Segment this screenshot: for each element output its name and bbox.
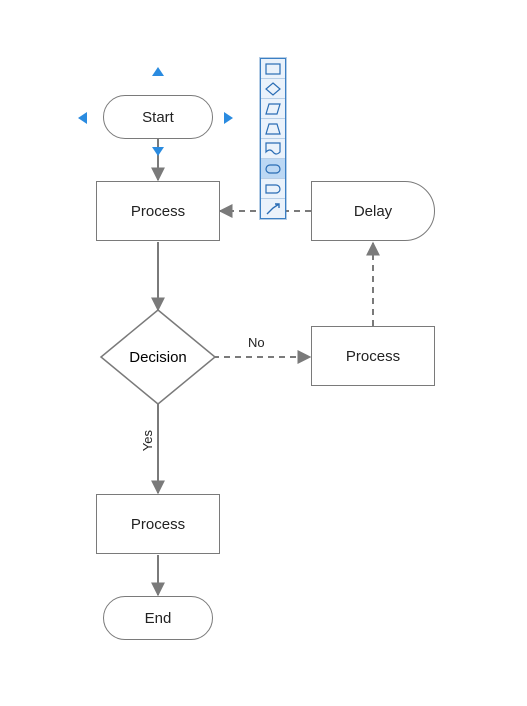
palette-parallelogram[interactable]	[261, 99, 285, 119]
connector-arrow-icon	[265, 202, 281, 216]
selection-handle-top[interactable]	[152, 67, 164, 76]
node-process-1[interactable]: Process	[96, 181, 220, 241]
node-process-no[interactable]: Process	[311, 326, 435, 386]
rect-icon	[265, 63, 281, 75]
selection-handle-right[interactable]	[224, 112, 233, 124]
palette-terminator[interactable]	[261, 159, 285, 179]
selection-handle-left[interactable]	[78, 112, 87, 124]
palette-rect[interactable]	[261, 59, 285, 79]
node-process-yes-label: Process	[131, 516, 185, 533]
delay-shape-icon	[265, 184, 281, 194]
node-process-yes[interactable]: Process	[96, 494, 220, 554]
edge-label-yes: Yes	[140, 430, 155, 451]
palette-connector[interactable]	[261, 199, 285, 218]
selection-handle-bottom[interactable]	[152, 147, 164, 156]
node-decision[interactable]	[98, 307, 218, 407]
node-delay[interactable]: Delay	[311, 181, 435, 241]
palette-trapezoid[interactable]	[261, 119, 285, 139]
node-delay-label: Delay	[354, 203, 392, 220]
shape-palette[interactable]	[260, 58, 286, 219]
node-start[interactable]: Start	[103, 95, 213, 139]
palette-delay-shape[interactable]	[261, 179, 285, 199]
diamond-icon	[265, 82, 281, 96]
terminator-icon	[265, 164, 281, 174]
parallelogram-icon	[265, 103, 281, 115]
node-process-no-label: Process	[346, 348, 400, 365]
node-end[interactable]: End	[103, 596, 213, 640]
document-icon	[265, 142, 281, 156]
palette-diamond[interactable]	[261, 79, 285, 99]
node-process-1-label: Process	[131, 203, 185, 220]
palette-document[interactable]	[261, 139, 285, 159]
trapezoid-icon	[265, 123, 281, 135]
node-end-label: End	[145, 610, 172, 627]
edge-label-no: No	[248, 335, 265, 350]
node-start-label: Start	[142, 109, 174, 126]
